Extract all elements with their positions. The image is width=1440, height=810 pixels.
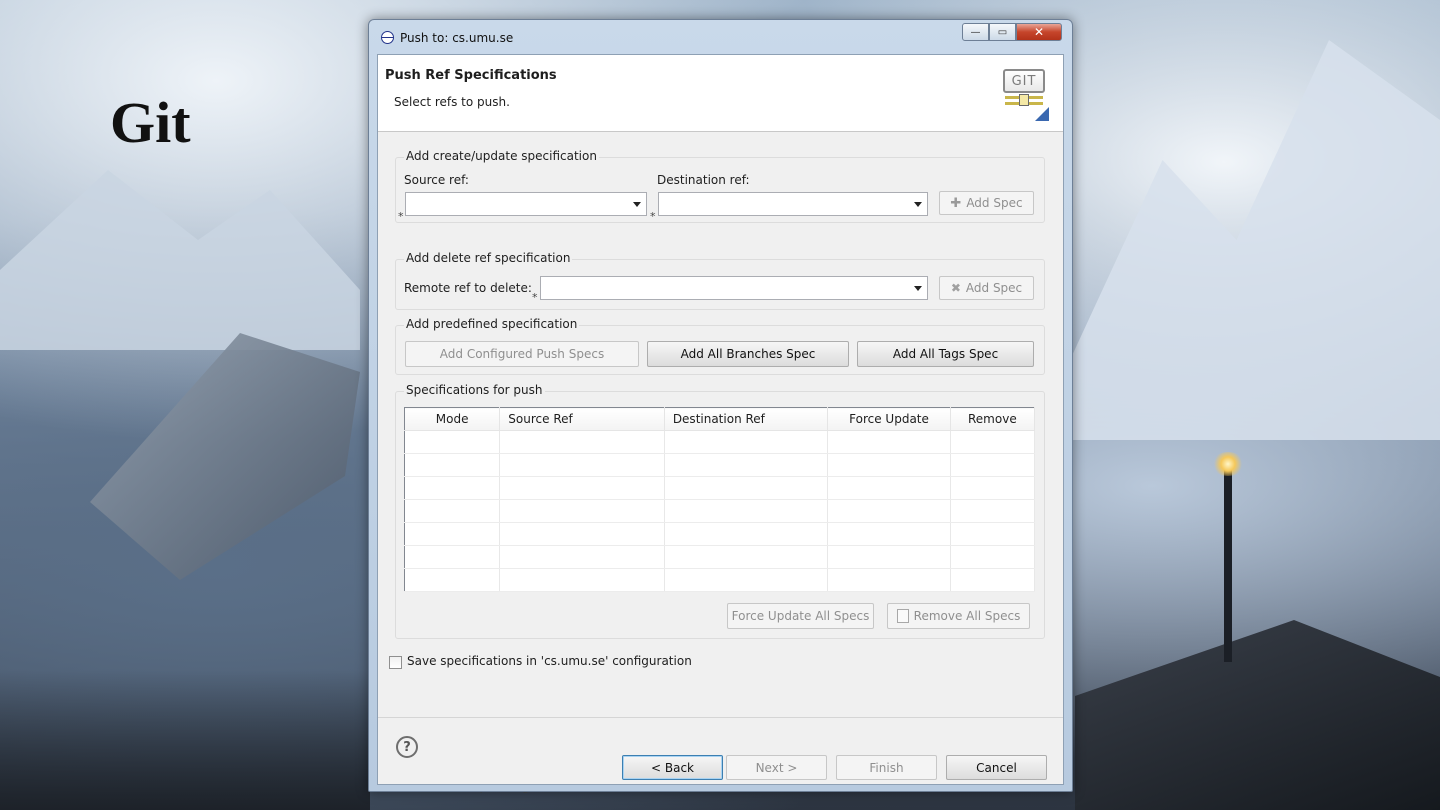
remote-ref-combo[interactable]	[540, 276, 928, 300]
add-delete-spec-button[interactable]: ✖ Add Spec	[939, 276, 1034, 300]
remote-required-marker: *	[532, 291, 538, 304]
table-row	[404, 453, 1036, 477]
add-delete-spec-label: Add Spec	[965, 281, 1023, 295]
predefined-group: Add predefined specification Add Configu…	[395, 317, 1045, 375]
source-ref-label: Source ref:	[404, 173, 469, 187]
table-row	[404, 545, 1036, 569]
destination-ref-label: Destination ref:	[657, 173, 750, 187]
close-button[interactable]: ✕	[1016, 23, 1062, 41]
finish-button[interactable]: Finish	[836, 755, 937, 780]
background-ground	[0, 670, 370, 810]
window-controls: — ▭ ✕	[962, 23, 1062, 41]
destination-ref-combo[interactable]	[658, 192, 928, 216]
specs-header-row: Mode Source Ref Destination Ref Force Up…	[404, 407, 1036, 431]
remove-all-specs-label: Remove All Specs	[913, 609, 1021, 623]
background-lamp-light	[1212, 452, 1244, 476]
wizard-banner: Push Ref Specifications Select refs to p…	[378, 55, 1063, 132]
page-title: Push Ref Specifications	[385, 68, 557, 83]
save-config-checkbox[interactable]	[389, 656, 402, 669]
background-mountains-right	[1070, 40, 1440, 440]
background-pipes	[1075, 620, 1440, 810]
background-spaceship	[90, 333, 360, 580]
delete-ref-legend: Add delete ref specification	[404, 251, 573, 265]
column-force-update[interactable]: Force Update	[827, 407, 951, 431]
minimize-button[interactable]: —	[962, 23, 989, 41]
remote-ref-label: Remote ref to delete:	[404, 281, 532, 295]
help-icon[interactable]: ?	[396, 736, 418, 758]
page-subtitle: Select refs to push.	[394, 95, 510, 109]
table-row	[404, 499, 1036, 523]
next-button[interactable]: Next >	[726, 755, 827, 780]
create-update-group: Add create/update specification Source r…	[395, 149, 1045, 223]
push-icon	[381, 31, 394, 44]
create-update-legend: Add create/update specification	[404, 149, 599, 163]
git-logo-text: GIT	[1003, 69, 1045, 93]
specs-table[interactable]: Mode Source Ref Destination Ref Force Up…	[404, 407, 1036, 592]
plus-icon: ✚	[950, 195, 962, 211]
add-create-spec-label: Add Spec	[966, 196, 1023, 210]
maximize-button[interactable]: ▭	[989, 23, 1016, 41]
background-mountains-left	[0, 170, 360, 350]
specs-legend: Specifications for push	[404, 383, 545, 397]
footer-separator	[378, 717, 1063, 718]
window-title: Push to: cs.umu.se	[400, 31, 514, 45]
delete-ref-group: Add delete ref specification Remote ref …	[395, 251, 1045, 310]
dropdown-arrow-icon	[914, 286, 922, 291]
dropdown-arrow-icon	[914, 202, 922, 207]
git-logo-icon: GIT	[1003, 69, 1049, 121]
force-update-all-specs-button[interactable]: Force Update All Specs	[727, 603, 874, 629]
background-lamp-post	[1224, 462, 1232, 662]
delete-x-icon: ✖	[950, 281, 961, 295]
destination-required-marker: *	[650, 210, 656, 223]
column-remove[interactable]: Remove	[950, 407, 1036, 431]
predefined-legend: Add predefined specification	[404, 317, 580, 331]
save-config-label[interactable]: Save specifications in 'cs.umu.se' confi…	[407, 654, 692, 668]
add-configured-push-specs-button[interactable]: Add Configured Push Specs	[405, 341, 639, 367]
table-row	[404, 476, 1036, 500]
back-button[interactable]: < Back	[622, 755, 723, 780]
column-destination-ref[interactable]: Destination Ref	[664, 407, 829, 431]
source-ref-combo[interactable]	[405, 192, 647, 216]
table-row	[404, 430, 1036, 454]
cancel-button[interactable]: Cancel	[946, 755, 1047, 780]
dialog-client-area: Push Ref Specifications Select refs to p…	[377, 54, 1064, 785]
add-create-spec-button[interactable]: ✚ Add Spec	[939, 191, 1034, 215]
add-all-tags-spec-button[interactable]: Add All Tags Spec	[857, 341, 1034, 367]
specs-group: Specifications for push Mode Source Ref …	[395, 383, 1045, 639]
remove-doc-icon	[896, 609, 909, 623]
push-dialog: Push to: cs.umu.se — ▭ ✕ Push Ref Specif…	[368, 19, 1073, 792]
column-mode[interactable]: Mode	[404, 407, 501, 431]
remove-all-specs-button[interactable]: Remove All Specs	[887, 603, 1030, 629]
source-required-marker: *	[398, 210, 404, 223]
column-source-ref[interactable]: Source Ref	[499, 407, 665, 431]
add-all-branches-spec-button[interactable]: Add All Branches Spec	[647, 341, 849, 367]
table-row	[404, 568, 1036, 592]
slide-title: Git	[110, 90, 191, 155]
title-bar[interactable]: Push to: cs.umu.se — ▭ ✕	[369, 20, 1072, 54]
git-logo-knob	[1019, 94, 1029, 106]
table-row	[404, 522, 1036, 546]
git-logo-corner	[1035, 107, 1049, 121]
dropdown-arrow-icon	[633, 202, 641, 207]
